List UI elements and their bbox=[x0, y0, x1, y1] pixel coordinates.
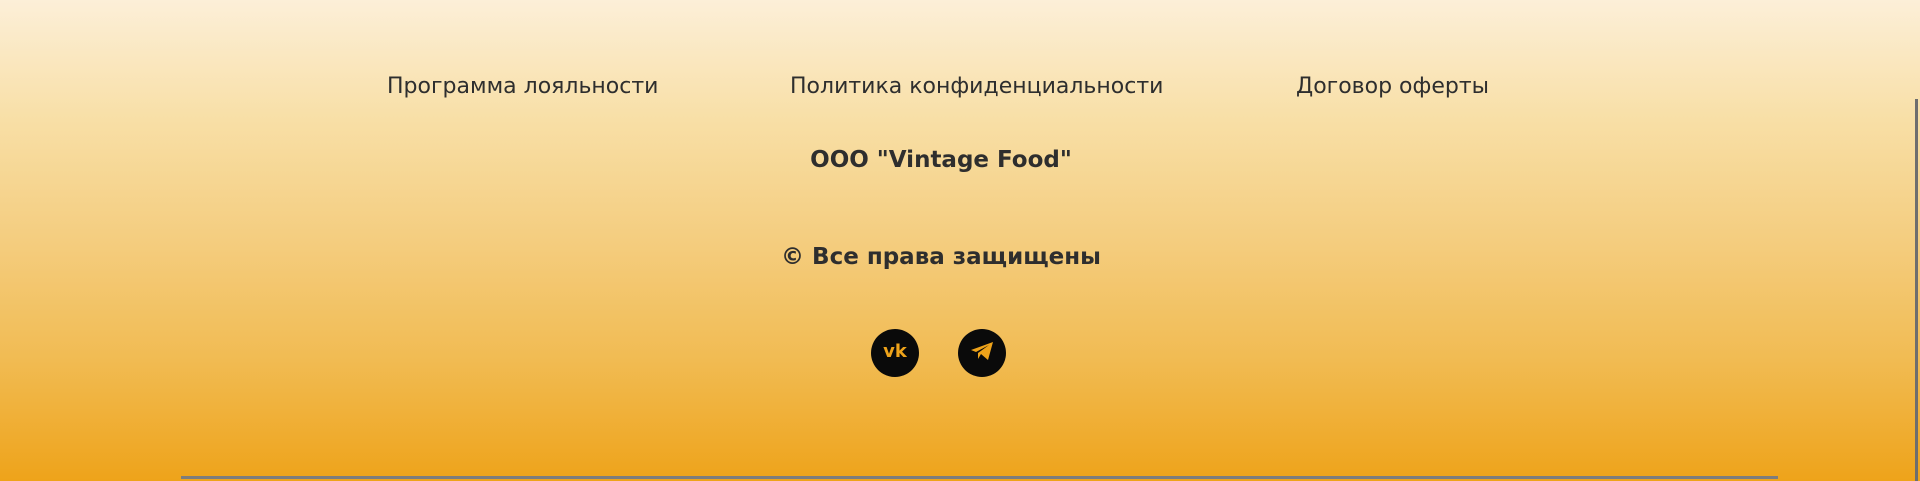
social-links: vk bbox=[871, 329, 1011, 377]
copyright-text: © Все права защищены bbox=[781, 244, 1101, 270]
scrollbar[interactable] bbox=[1915, 99, 1918, 481]
footer-divider bbox=[181, 476, 1778, 479]
privacy-policy-link[interactable]: Политика конфиденциальности bbox=[790, 71, 1163, 103]
vk-icon: vk bbox=[880, 341, 910, 366]
svg-text:vk: vk bbox=[883, 341, 908, 361]
telegram-button[interactable] bbox=[958, 329, 1006, 377]
site-footer: Программа лояльности Политика конфиденци… bbox=[0, 0, 1920, 481]
vk-button[interactable]: vk bbox=[871, 329, 919, 377]
footer-links: Программа лояльности Политика конфиденци… bbox=[0, 71, 1920, 103]
telegram-icon bbox=[969, 340, 995, 367]
company-name: ООО "Vintage Food" bbox=[810, 147, 1072, 173]
offer-agreement-link[interactable]: Договор оферты bbox=[1296, 71, 1489, 103]
loyalty-program-link[interactable]: Программа лояльности bbox=[387, 71, 658, 103]
